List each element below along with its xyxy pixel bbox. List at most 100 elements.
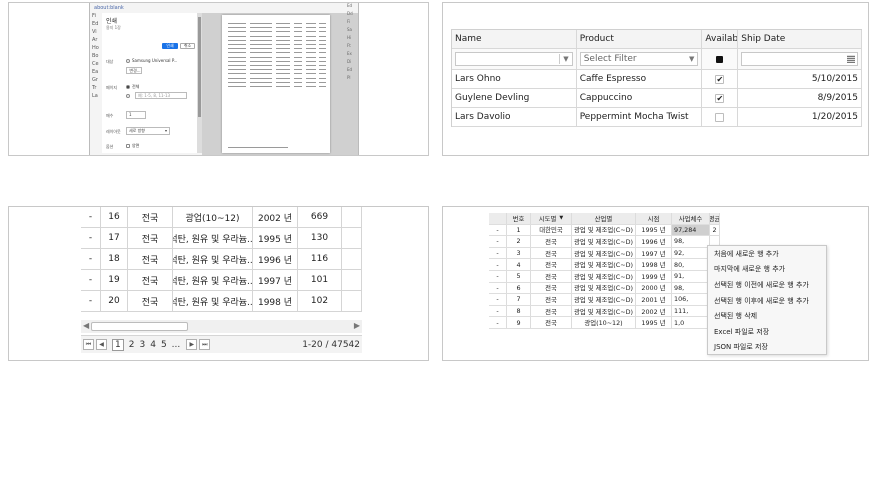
table-row[interactable]: -3 전국 광업 및 제조업(C~D) 1997 년 92, [489,247,720,260]
page-number[interactable]: 3 [139,340,145,350]
name-filter-input[interactable]: ▼ [455,52,573,66]
pages-all-radio[interactable]: 전체 [126,84,139,90]
menu-label: La [92,93,98,99]
preview-text-line [306,23,316,24]
table-row[interactable]: -9 전국 광업(10~12) 1995 년 1,0 [489,317,720,329]
preview-text-line [306,39,316,41]
menu-label: Ed [92,21,99,27]
cell-region: 전국 [531,236,572,247]
table-row[interactable]: Lars Ohno Caffe Espresso ✔ 5/10/2015 [452,70,862,89]
cell-industry: 광업 및 제조업(C~D) [572,224,636,236]
last-page-icon[interactable]: ⏭ [199,339,211,350]
scrollbar-thumb[interactable] [198,17,201,117]
table-row[interactable]: -6 전국 광업 및 제조업(C~D) 2000 년 98, [489,282,720,295]
scroll-right-icon[interactable]: ▶ [354,321,360,330]
column-header-product[interactable]: Product [577,30,703,48]
cell-year: 1995 년 [636,224,672,236]
preview-text-line [306,31,316,33]
column-header-name[interactable]: Name [452,30,577,48]
context-menu-item[interactable]: 선택된 행 삭제 [708,308,826,324]
table-row[interactable]: -7 전국 광업 및 제조업(C~D) 2001 년 106, [489,294,720,306]
preview-text-line [250,60,272,62]
calendar-icon[interactable] [846,55,855,63]
column-header-region[interactable]: 시도별 ▼ [531,213,572,224]
change-button[interactable]: 변경... [126,67,142,74]
data-table: -16 전국 광업(10~12) 2002 년 669-17 전국 석탄, 원유 및 우라늄… [81,207,362,312]
more-pages[interactable]: ... [172,340,181,350]
next-page-icon[interactable]: ▶ [186,339,198,350]
column-header-ship-date[interactable]: Ship Date [738,30,862,48]
column-header-available[interactable]: Available [702,30,739,48]
cell-region: 전국 [531,294,572,305]
preview-text-line [306,48,316,50]
cell-region: 전국 [531,259,572,270]
table-row[interactable]: -17 전국 석탄, 원유 및 우라늄... 1995 년 130 [81,228,362,249]
cell-value: 116 [298,249,342,269]
preview-text-line [294,48,302,50]
preview-text-line [319,31,326,33]
table-row[interactable]: -4 전국 광업 및 제조업(C~D) 1998 년 80, [489,259,720,271]
table-row[interactable]: -2 전국 광업 및 제조업(C~D) 1996 년 98, [489,236,720,248]
available-checkbox[interactable]: ✔ [715,93,725,103]
table-row[interactable]: -5 전국 광업 및 제조업(C~D) 1999 년 91, [489,270,720,283]
product-filter-dropdown[interactable]: Select Filter ▼ [579,52,699,66]
scroll-left-icon[interactable]: ◀ [83,321,89,330]
context-menu-item[interactable]: 선택된 행 이전에 새로운 행 추가 [708,277,826,293]
chevron-down-icon[interactable]: ▼ [689,53,694,65]
page-number[interactable]: 4 [150,340,156,350]
cell-year: 1997 년 [636,247,672,259]
table-row[interactable]: -1 대한민국 광업 및 제조업(C~D) 1995 년 97,284 2 [489,224,720,237]
preview-text-line [319,44,326,45]
table-row[interactable]: -20 전국 석탄, 원유 및 우라늄... 1998 년 102 [81,291,362,312]
context-menu-item[interactable]: 마지막에 새로운 행 추가 [708,262,826,278]
cell-expand: - [489,259,507,270]
cell-count: 98, [672,282,710,294]
page-number[interactable]: 1 [112,338,124,351]
column-header-industry[interactable]: 산업별 [572,213,636,224]
column-header-number[interactable]: 번호 [507,213,531,224]
table-row[interactable]: -16 전국 광업(10~12) 2002 년 669 [81,207,362,228]
prev-page-icon[interactable]: ◀ [96,339,107,350]
horizontal-scrollbar[interactable]: ◀ ▶ [81,320,362,333]
cell-empty [342,228,362,248]
column-header-period[interactable]: 시점 [636,213,672,224]
table-row[interactable]: -18 전국 석탄, 원유 및 우라늄... 1996 년 116 [81,249,362,270]
page-number[interactable]: 5 [161,340,167,350]
available-filter-checkbox[interactable] [716,55,724,63]
cell-expand: - [81,228,101,248]
preview-text-line [228,56,246,58]
preview-text-line [228,27,246,29]
table-row[interactable]: -8 전국 광업 및 제조업(C~D) 2002 년 111, [489,305,720,318]
context-menu-item[interactable]: Excel 파일로 저장 [708,324,826,340]
preview-text-line [276,27,290,29]
pages-custom-radio[interactable] [126,93,132,98]
table-row[interactable]: -19 전국 석탄, 원유 및 우라늄... 1997 년 101 [81,270,362,291]
preview-text-line [276,73,290,75]
page-info: 1-20 / 47542 [302,339,360,350]
page-range-input[interactable]: 예: 1-5, 8, 11-13 [135,92,187,99]
print-button[interactable]: 인쇄 [162,43,178,49]
duplex-checkbox[interactable]: 양면 [126,143,139,149]
preview-text-line [319,48,326,50]
first-page-icon[interactable]: ⏮ [83,339,94,350]
cell-name: Lars Ohno [452,70,577,88]
context-menu-item[interactable]: 선택된 행 이후에 새로운 행 추가 [708,293,826,309]
cancel-button[interactable]: 취소 [180,43,195,49]
layout-select[interactable]: 세로 방향 ▾ [126,127,170,135]
available-checkbox[interactable] [715,112,725,122]
filter-dropdown-icon[interactable]: ▼ [559,215,563,221]
chevron-down-icon[interactable]: ▼ [563,53,568,65]
page-number[interactable]: 2 [129,340,135,350]
stats-grid: 번호 시도별▼ 산업별 시점 사업체수 평균 -1대한민국광업 및 제조업(C~… [489,213,720,329]
side-label: Hi [347,35,352,40]
column-header-count[interactable]: 사업체수 [672,213,710,224]
available-checkbox[interactable]: ✔ [715,74,725,84]
context-menu-item[interactable]: 처음에 새로운 행 추가 [708,246,826,262]
ship-date-filter-input[interactable] [741,52,858,66]
column-header-extra[interactable]: 평균 [710,213,720,224]
context-menu-item[interactable]: JSON 파일로 저장 [708,340,826,356]
scrollbar-thumb[interactable] [91,322,188,331]
copies-input[interactable]: 1 [126,111,146,119]
table-row[interactable]: Lars Davolio Peppermint Mocha Twist 1/20/2… [452,108,862,127]
table-row[interactable]: Guylene Devling Cappuccino ✔ 8/9/2015 [452,89,862,108]
